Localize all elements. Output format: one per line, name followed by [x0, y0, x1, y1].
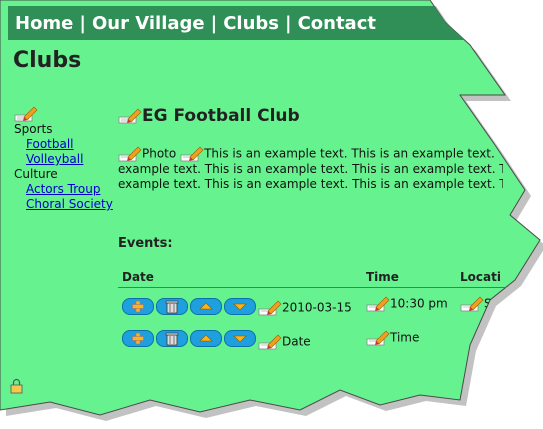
event-date-cell: Date — [258, 334, 311, 350]
event-row-controls — [122, 330, 258, 347]
event-date: Date — [282, 334, 311, 349]
plus-icon — [132, 300, 144, 313]
plus-icon — [132, 332, 144, 345]
arrow-down-icon — [233, 303, 247, 311]
arrow-up-icon — [199, 334, 213, 342]
event-date: 2010-03-15 — [282, 300, 352, 315]
event-row-controls — [122, 298, 258, 315]
edit-pencil-icon[interactable] — [366, 296, 390, 312]
description-line: example text. This is an example text. T… — [118, 177, 503, 191]
sidebar-item-choral-society[interactable]: Choral Society — [14, 197, 113, 212]
column-header-date: Date — [122, 270, 154, 284]
description-line: example text. This is an example text. T… — [118, 162, 503, 176]
move-down-button[interactable] — [224, 298, 256, 315]
sidebar-item-actors-troup[interactable]: Actors Troup — [14, 182, 113, 197]
photo-label: Photo — [142, 146, 177, 161]
nav-contact[interactable]: Contact — [298, 13, 376, 34]
delete-button[interactable] — [156, 298, 188, 315]
edit-pencil-icon[interactable] — [14, 106, 38, 122]
trash-icon — [165, 332, 179, 346]
lock-icon[interactable] — [10, 378, 24, 398]
move-up-button[interactable] — [190, 298, 222, 315]
header-divider — [118, 287, 538, 288]
move-down-button[interactable] — [224, 330, 256, 347]
sidebar: Sports Football Volleyball Culture Actor… — [14, 106, 113, 212]
edit-pencil-icon[interactable] — [258, 334, 282, 350]
nav-clubs[interactable]: Clubs — [223, 13, 279, 34]
page: Home | Our Village | Clubs | Contact Clubs Spo… — [0, 0, 543, 429]
delete-button[interactable] — [156, 330, 188, 347]
arrow-up-icon — [199, 302, 213, 310]
sidebar-category-culture: Culture — [14, 167, 58, 181]
top-nav: Home | Our Village | Clubs | Contact — [8, 6, 468, 40]
arrow-down-icon — [233, 335, 247, 343]
club-title: EG Football Club — [142, 106, 300, 126]
events-heading: Events: — [118, 236, 173, 251]
event-time-cell: 10:30 pm — [366, 296, 448, 312]
nav-our-village[interactable]: Our Village — [92, 13, 205, 34]
description-line: This is an example text. This is an exam… — [204, 146, 495, 161]
column-header-time: Time — [366, 270, 399, 284]
trash-icon — [165, 300, 179, 314]
sidebar-category-sports: Sports — [14, 122, 53, 136]
club-description: Photo This is an example text. This is a… — [118, 146, 503, 192]
event-date-cell: 2010-03-15 — [258, 300, 352, 316]
column-header-location: Locati — [460, 270, 501, 284]
event-time-cell: Time — [366, 330, 419, 346]
edit-pencil-icon[interactable] — [118, 108, 142, 124]
edit-pencil-icon[interactable] — [366, 330, 390, 346]
move-up-button[interactable] — [190, 330, 222, 347]
edit-pencil-icon[interactable] — [258, 300, 282, 316]
club-title-row: EG Football Club — [118, 106, 300, 126]
sidebar-item-football[interactable]: Football — [14, 137, 113, 152]
page-title: Clubs — [13, 48, 82, 73]
nav-home[interactable]: Home — [15, 13, 73, 34]
sidebar-item-volleyball[interactable]: Volleyball — [14, 152, 113, 167]
event-time: 10:30 pm — [390, 296, 448, 311]
edit-pencil-icon[interactable] — [180, 146, 204, 162]
add-button[interactable] — [122, 330, 154, 347]
edit-pencil-icon[interactable] — [118, 146, 142, 162]
nav-separator: | — [210, 13, 218, 34]
nav-separator: | — [284, 13, 292, 34]
edit-pencil-icon[interactable] — [460, 296, 484, 312]
nav-separator: | — [79, 13, 86, 34]
add-button[interactable] — [122, 298, 154, 315]
event-time: Time — [390, 330, 420, 345]
page-content: Home | Our Village | Clubs | Contact Clubs Spo… — [0, 0, 540, 415]
